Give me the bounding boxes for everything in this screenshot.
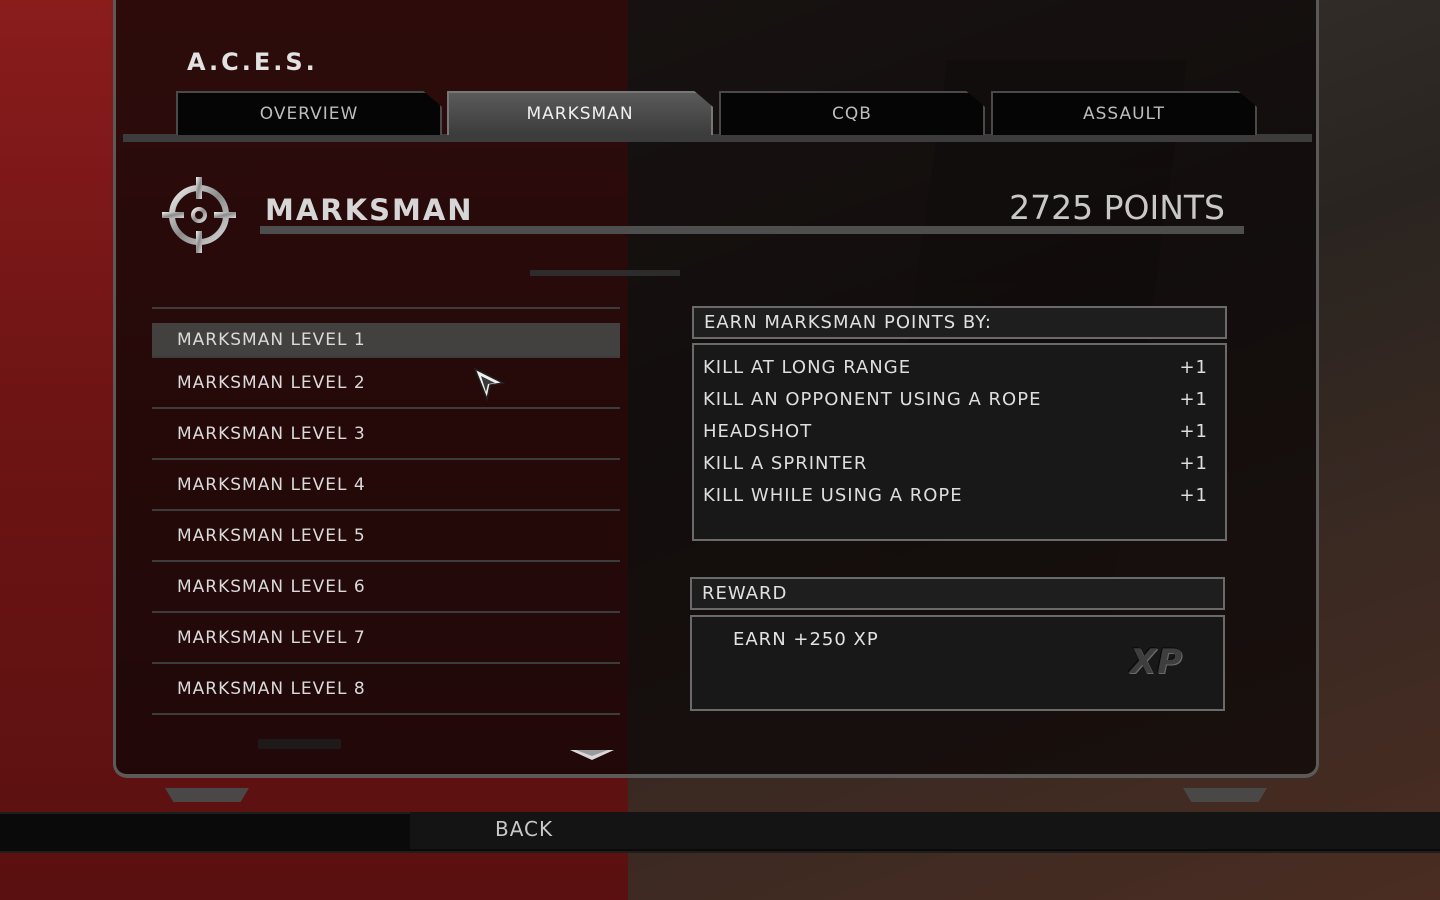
earn-row-value: +1 <box>1179 420 1208 442</box>
tabs-underline <box>123 134 1312 142</box>
tab-marksman[interactable]: MARKSMAN <box>447 91 713 135</box>
title-decoration <box>530 270 680 276</box>
level-item[interactable]: MARKSMAN LEVEL 6 <box>152 562 620 613</box>
reward-box: EARN +250 XP XP <box>690 615 1225 711</box>
earn-row: KILL A SPRINTER +1 <box>694 447 1225 479</box>
level-list: MARKSMAN LEVEL 1 MARKSMAN LEVEL 2 MARKSM… <box>152 307 620 715</box>
earn-row: KILL AN OPPONENT USING A ROPE +1 <box>694 383 1225 415</box>
pointer-cursor-icon <box>473 367 505 401</box>
level-item[interactable]: MARKSMAN LEVEL 1 <box>152 323 620 358</box>
earn-points-header: EARN MARKSMAN POINTS BY: <box>692 306 1227 339</box>
level-item[interactable]: MARKSMAN LEVEL 8 <box>152 664 620 715</box>
earn-row-value: +1 <box>1179 452 1208 474</box>
earn-row-value: +1 <box>1179 484 1208 506</box>
earn-row: HEADSHOT +1 <box>694 415 1225 447</box>
footer-bar-inner <box>410 812 1440 849</box>
xp-badge-icon: XP <box>1129 642 1183 682</box>
title-underline <box>260 226 1244 234</box>
tab-assault[interactable]: ASSAULT <box>991 91 1257 135</box>
earn-row-value: +1 <box>1179 356 1208 378</box>
reward-header: REWARD <box>690 577 1225 610</box>
level-item[interactable]: MARKSMAN LEVEL 5 <box>152 511 620 562</box>
section-title: MARKSMAN <box>265 193 474 227</box>
scroll-track <box>258 739 341 749</box>
earn-row-label: KILL WHILE USING A ROPE <box>703 484 963 506</box>
panel-foot-left <box>165 788 249 802</box>
earn-row: KILL AT LONG RANGE +1 <box>694 351 1225 383</box>
earn-points-list: KILL AT LONG RANGE +1 KILL AN OPPONENT U… <box>692 343 1227 541</box>
earn-row-label: KILL AT LONG RANGE <box>703 356 912 378</box>
scroll-down-icon[interactable] <box>570 748 614 762</box>
panel-foot-right <box>1183 788 1267 802</box>
earn-row-value: +1 <box>1179 388 1208 410</box>
earn-row-label: KILL AN OPPONENT USING A ROPE <box>703 388 1042 410</box>
level-item[interactable]: MARKSMAN LEVEL 7 <box>152 613 620 664</box>
points-total: 2725 POINTS <box>1009 188 1225 227</box>
earn-row: KILL WHILE USING A ROPE +1 <box>694 479 1225 511</box>
crosshair-icon <box>162 177 236 253</box>
back-button[interactable]: BACK <box>495 817 553 841</box>
level-item[interactable]: MARKSMAN LEVEL 2 <box>152 358 620 409</box>
reward-text: EARN +250 XP <box>733 629 879 650</box>
tab-cqb[interactable]: CQB <box>719 91 985 135</box>
app-title: A.C.E.S. <box>187 48 318 76</box>
earn-row-label: HEADSHOT <box>703 420 813 442</box>
tab-overview[interactable]: OVERVIEW <box>176 91 442 135</box>
level-item[interactable]: MARKSMAN LEVEL 3 <box>152 409 620 460</box>
level-item[interactable]: MARKSMAN LEVEL 4 <box>152 460 620 511</box>
earn-row-label: KILL A SPRINTER <box>703 452 868 474</box>
